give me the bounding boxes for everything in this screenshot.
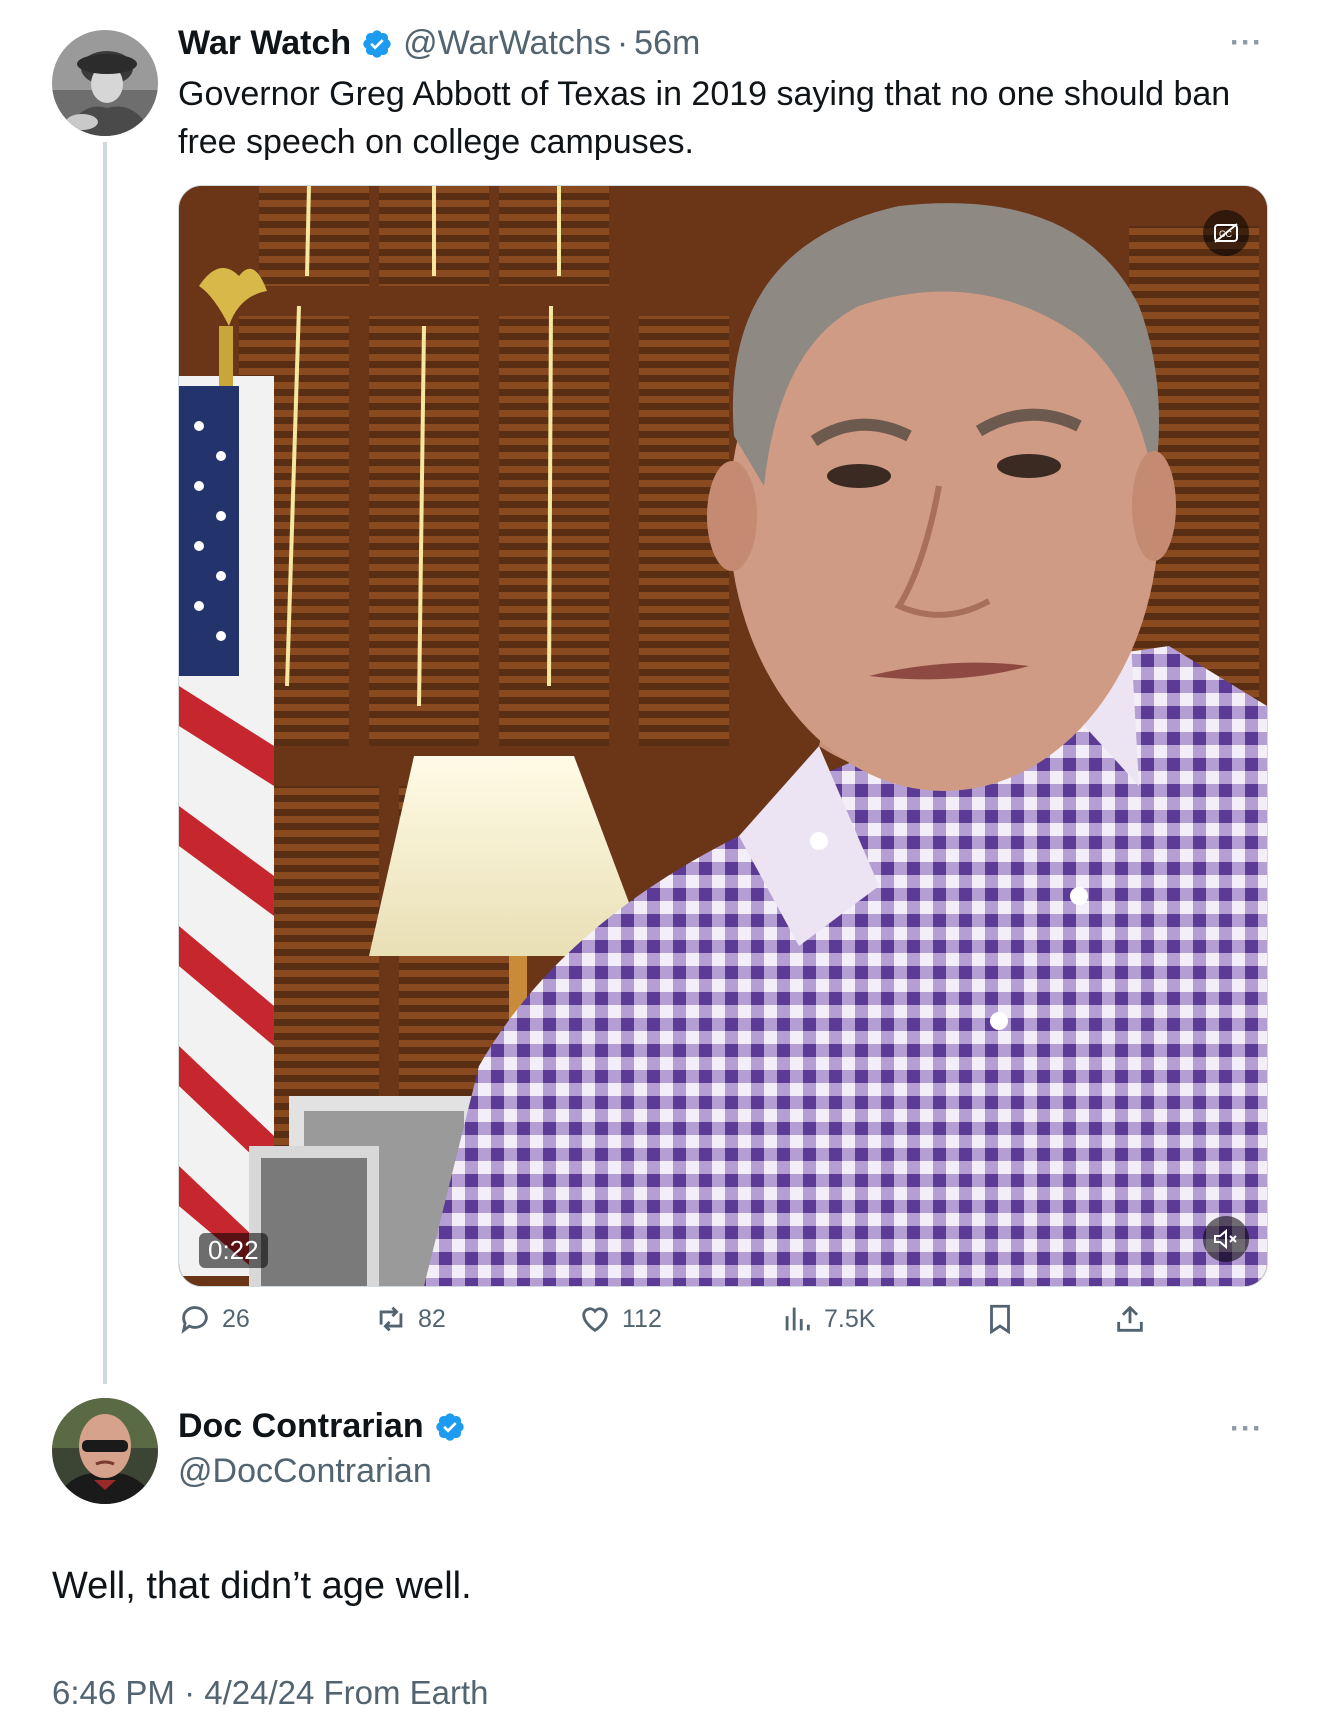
repost-icon (379, 1306, 403, 1332)
verified-badge-icon (435, 1412, 464, 1441)
video-duration: 0:22 (199, 1233, 268, 1268)
original-tweet-header: War Watch @WarWatchs · 56m (178, 24, 700, 63)
heart-icon (582, 1307, 608, 1333)
reply-tweet-header: Doc Contrarian (178, 1407, 466, 1446)
tweet-time[interactable]: 56m (634, 24, 700, 63)
more-options-icon[interactable]: ··· (1230, 26, 1263, 60)
bookmark-icon (990, 1304, 1010, 1335)
reply-author-handle[interactable]: @DocContrarian (178, 1452, 432, 1491)
reply-count: 26 (222, 1304, 250, 1333)
video-player[interactable]: 0:22 CC (178, 185, 1268, 1287)
repost-count: 82 (418, 1304, 446, 1333)
like-count: 112 (622, 1304, 662, 1333)
bookmark-button[interactable] (983, 1302, 1017, 1336)
reply-icon (181, 1306, 208, 1334)
views-count: 7.5K (824, 1304, 876, 1333)
share-button[interactable] (1113, 1302, 1147, 1336)
speaker-muted-icon[interactable] (1203, 1216, 1249, 1262)
repost-button[interactable]: 82 (374, 1302, 446, 1336)
verified-badge-icon (363, 29, 391, 58)
closed-captions-off-icon[interactable]: CC (1203, 210, 1249, 256)
like-button[interactable]: 112 (578, 1302, 662, 1336)
doc-contrarian-avatar[interactable] (52, 1398, 158, 1504)
more-options-icon[interactable]: ··· (1230, 1412, 1263, 1446)
reply-timestamp[interactable]: 6:46 PM · 4/24/24 From Earth (52, 1674, 489, 1712)
video-frame (179, 186, 1267, 1286)
reply-author-display-name[interactable]: Doc Contrarian (178, 1407, 424, 1446)
header-separator: · (616, 24, 629, 62)
tweet-action-bar: 26 82 112 7.5K (178, 1302, 1178, 1346)
tweet-text: Governor Greg Abbott of Texas in 2019 sa… (178, 75, 1231, 161)
author-display-name[interactable]: War Watch (178, 24, 351, 63)
war-watch-avatar[interactable] (52, 30, 158, 136)
views-bar-chart-icon (785, 1307, 810, 1331)
reply-button[interactable]: 26 (178, 1302, 250, 1336)
reply-tweet-text: Well, that didn’t age well. (52, 1565, 472, 1607)
share-icon (1117, 1305, 1143, 1332)
thread-connector-line (103, 142, 107, 1384)
author-handle[interactable]: @WarWatchs (403, 24, 611, 63)
views-button[interactable]: 7.5K (780, 1302, 875, 1336)
